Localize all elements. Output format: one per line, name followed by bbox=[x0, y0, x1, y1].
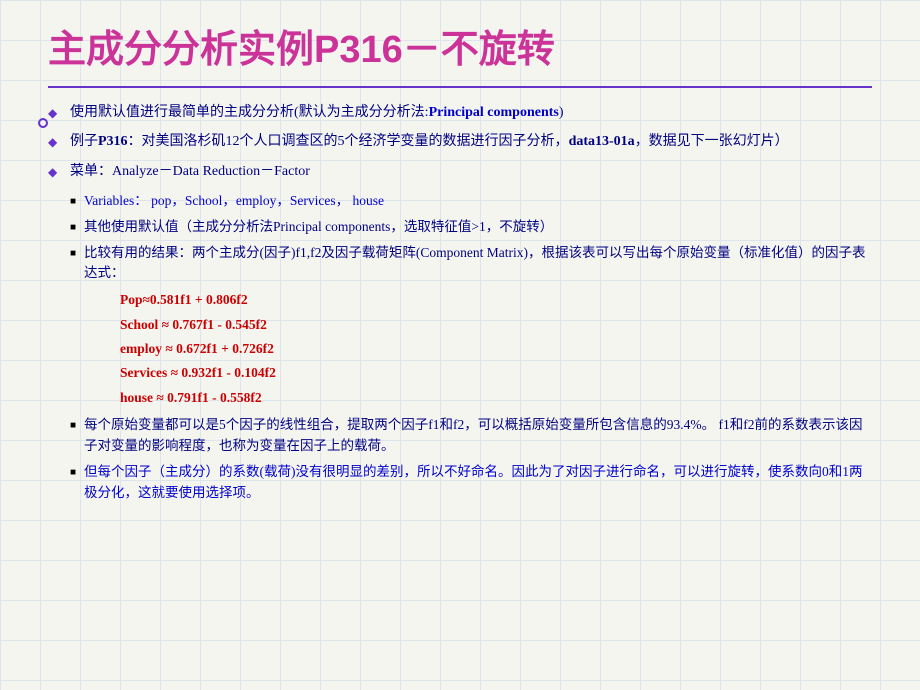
rotation-text: 但每个因子（主成分）的系数(载荷)没有很明显的差别，所以不好命名。因此为了对因子… bbox=[84, 464, 863, 500]
sub-bullet-variables: Variables： pop，School，employ，Services， h… bbox=[48, 191, 872, 212]
sub-bullet-results: 比较有用的结果：两个主成分(因子)f1,f2及因子载荷矩阵(Component … bbox=[48, 243, 872, 410]
title-divider bbox=[48, 86, 872, 88]
bullet-2-dataset: data13-01a bbox=[569, 134, 635, 149]
eq-services: Services ≈ 0.932f1 - 0.104f2 bbox=[120, 361, 872, 385]
equations-block: Pop≈0.581f1 + 0.806f2 School ≈ 0.767f1 -… bbox=[120, 288, 872, 409]
variables-text: Variables： pop，School，employ，Services， h… bbox=[84, 193, 384, 208]
bullet-1: 使用默认值进行最简单的主成分分析(默认为主成分分析法:Principal com… bbox=[48, 102, 872, 124]
sub-bullet-defaults: 其他使用默认值（主成分分析法Principal components，选取特征值… bbox=[48, 217, 872, 238]
eq-school: School ≈ 0.767f1 - 0.545f2 bbox=[120, 313, 872, 337]
sub-bullet-info: 每个原始变量都可以是5个因子的线性组合，提取两个因子f1和f2，可以概括原始变量… bbox=[48, 415, 872, 457]
bullet-3: 菜单：Analyze－Data Reduction－Factor bbox=[48, 161, 872, 183]
eq-pop: Pop≈0.581f1 + 0.806f2 bbox=[120, 288, 872, 312]
bullet-2: 例子P316：对美国洛杉矶12个人口调查区的5个经济学变量的数据进行因子分析，d… bbox=[48, 131, 872, 153]
sub-bullet-rotation: 但每个因子（主成分）的系数(载荷)没有很明显的差别，所以不好命名。因此为了对因子… bbox=[48, 462, 872, 504]
bullet-3-text: 菜单：Analyze－Data Reduction－Factor bbox=[70, 164, 310, 179]
results-text: 比较有用的结果：两个主成分(因子)f1,f2及因子载荷矩阵(Component … bbox=[84, 245, 865, 281]
bullet-2-text: 例子P316：对美国洛杉矶12个人口调查区的5个经济学变量的数据进行因子分析，d… bbox=[70, 134, 789, 149]
defaults-text: 其他使用默认值（主成分分析法Principal components，选取特征值… bbox=[84, 219, 553, 234]
bullet-2-p316: P316 bbox=[98, 134, 128, 149]
bullet-1-text: 使用默认值进行最简单的主成分分析(默认为主成分分析法:Principal com… bbox=[70, 105, 564, 120]
eq-house: house ≈ 0.791f1 - 0.558f2 bbox=[120, 386, 872, 410]
bullet-1-emphasis: Principal components bbox=[429, 105, 559, 120]
slide-title: 主成分分析实例P316－不旋转 bbox=[48, 28, 872, 74]
info-text: 每个原始变量都可以是5个因子的线性组合，提取两个因子f1和f2，可以概括原始变量… bbox=[84, 417, 862, 453]
eq-employ: employ ≈ 0.672f1 + 0.726f2 bbox=[120, 337, 872, 361]
